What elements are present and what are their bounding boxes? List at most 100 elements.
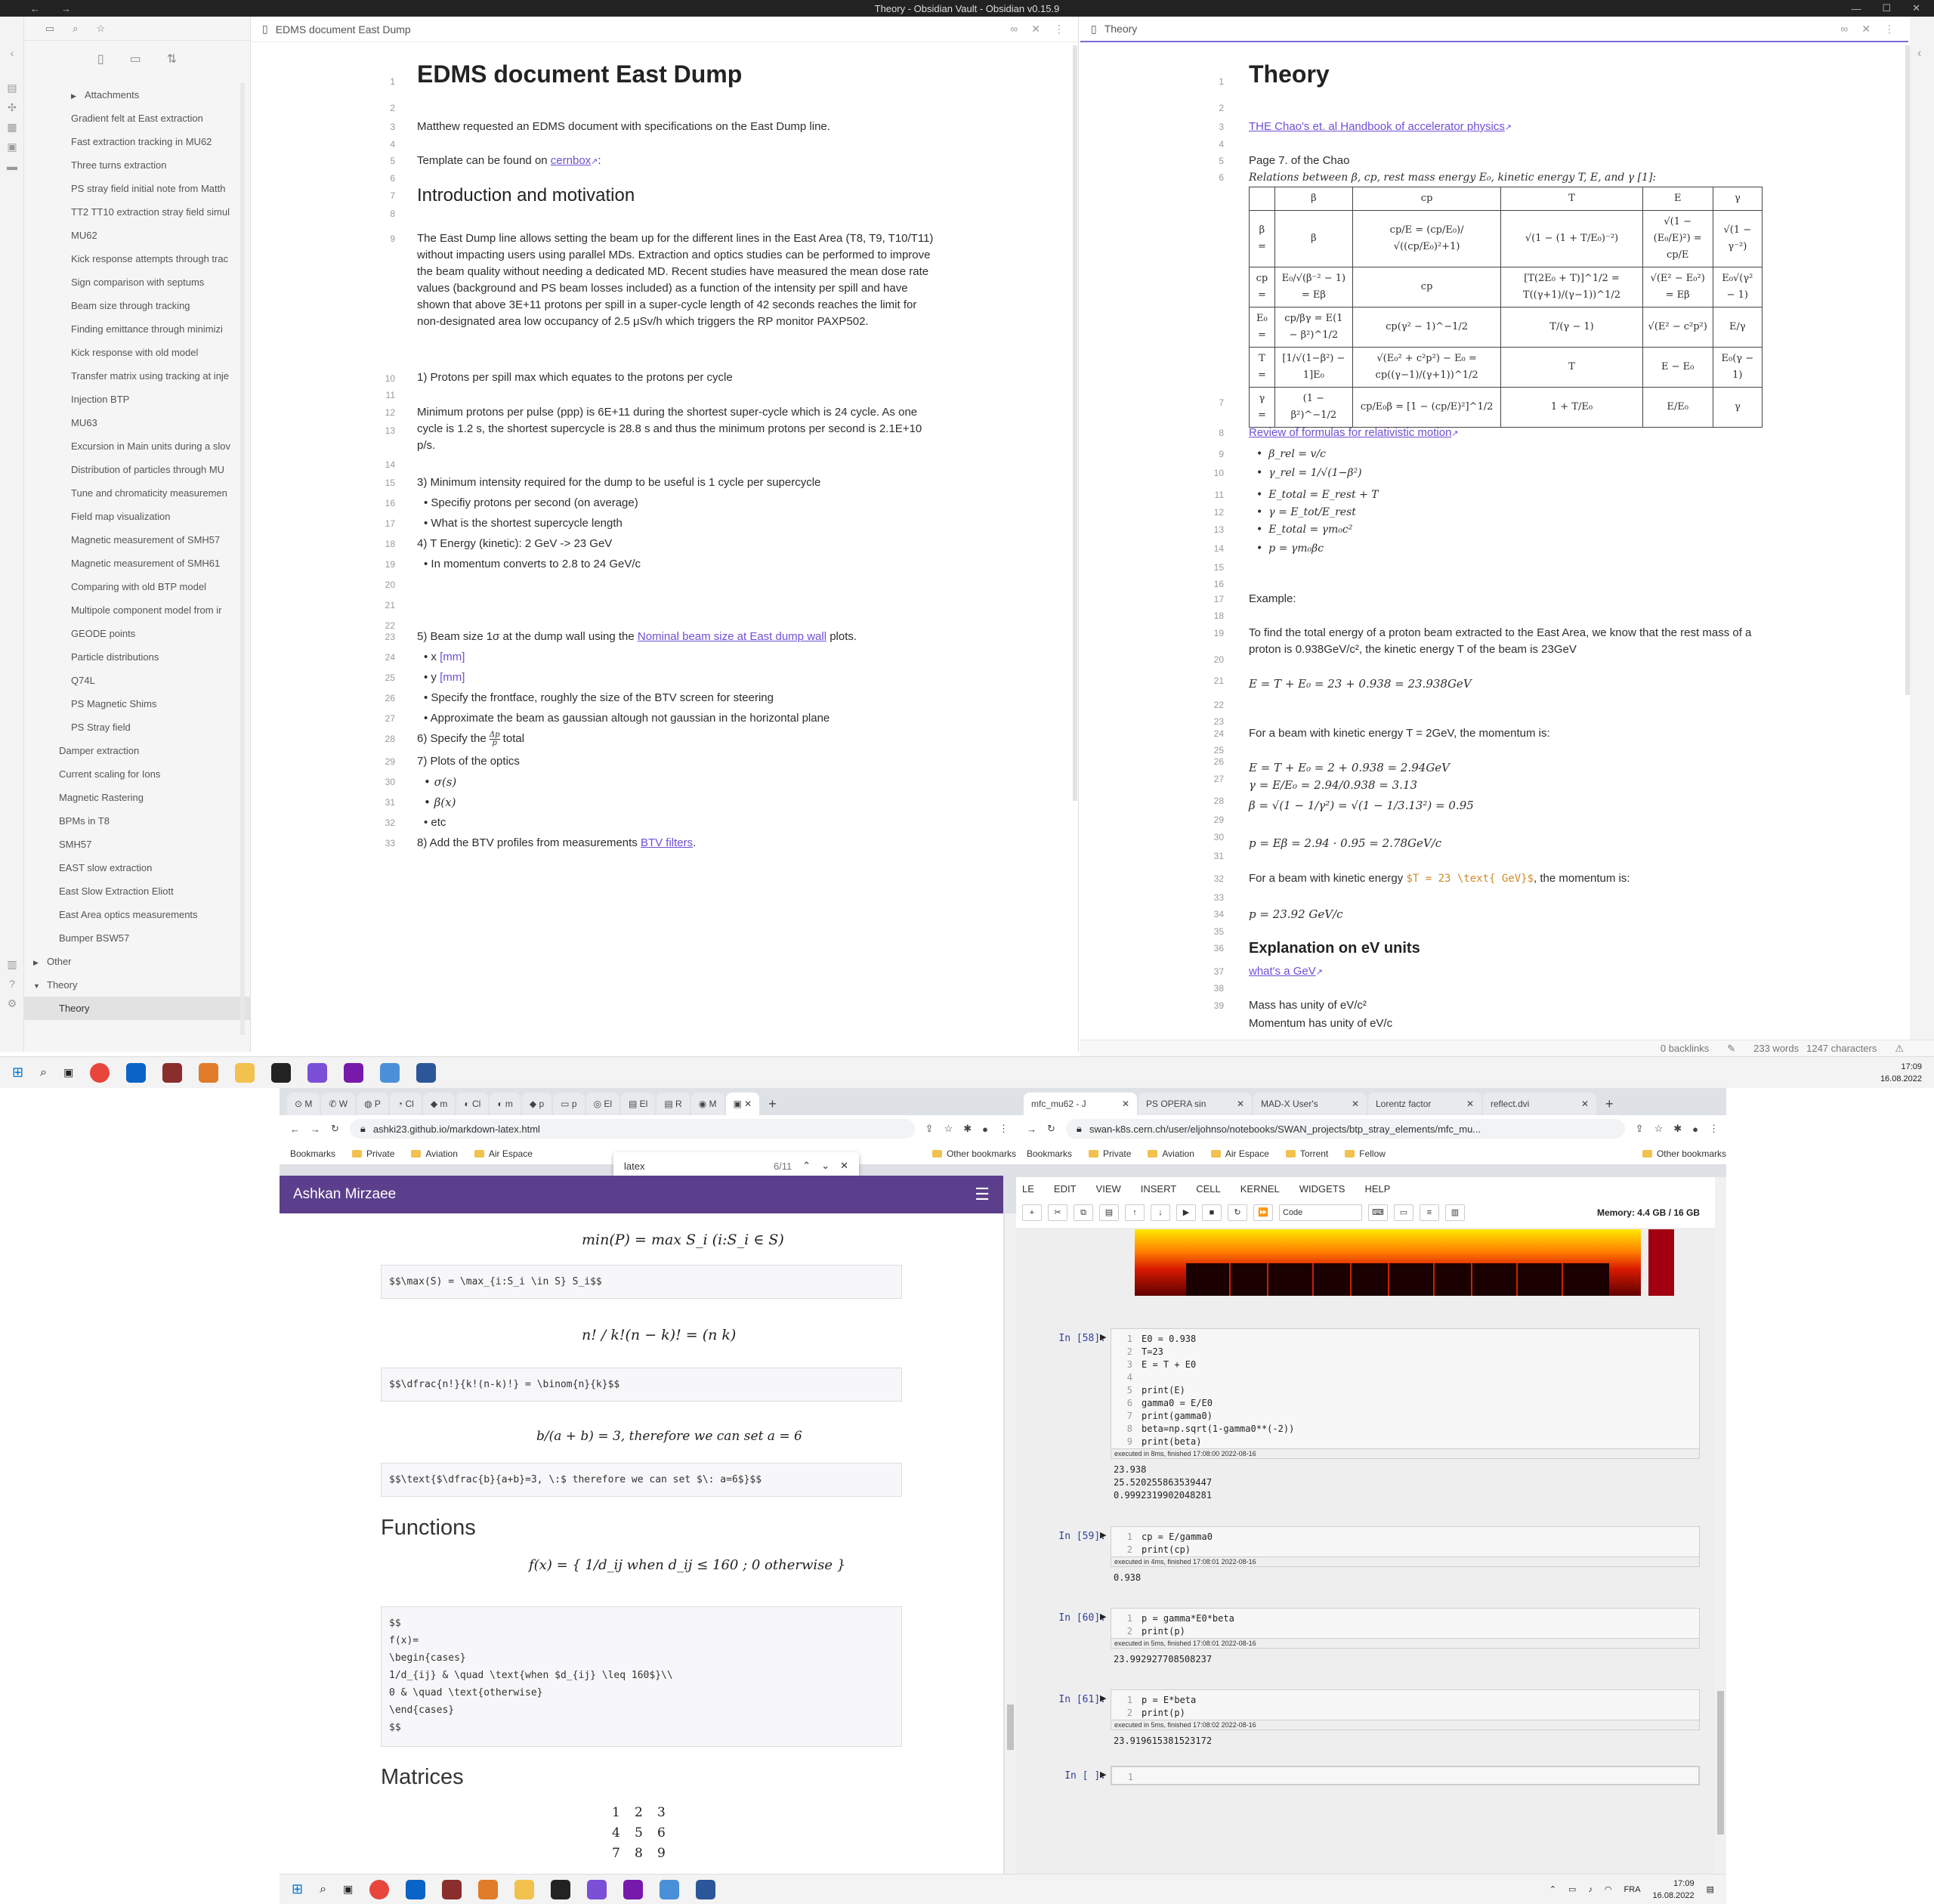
lang-indicator[interactable]: FRA [1624,1884,1641,1896]
close-tab-icon[interactable]: ✕ [1237,1099,1244,1109]
file-tree-item[interactable]: Comparing with old BTP model [24,575,250,598]
file-tree-item[interactable]: Magnetic measurement of SMH57 [24,528,250,552]
menu-icon[interactable]: ⋮ [999,1123,1009,1135]
site-title[interactable]: Ashkan Mirzaee [293,1186,396,1203]
app-icon[interactable] [380,1062,400,1083]
file-tree-item[interactable]: PS Magnetic Shims [24,692,250,716]
chevron-right-icon[interactable]: ▶ [71,85,85,107]
file-tree-item[interactable]: Sign comparison with septums [24,270,250,294]
file-tree-item[interactable]: Injection BTP [24,388,250,411]
forward-icon[interactable]: → [61,3,71,14]
bookmark-item[interactable]: Other bookmarks [1642,1148,1726,1159]
onenote-icon[interactable] [623,1879,644,1899]
scroll-thumb[interactable] [1007,1705,1014,1750]
browser-tab[interactable]: ▤ El [621,1093,656,1115]
file-tree-item[interactable]: Beam size through tracking [24,294,250,317]
word-icon[interactable] [696,1879,716,1899]
file-tree-item[interactable]: PS stray field initial note from Matth [24,177,250,200]
whats-a-gev-link[interactable]: what's a GeV [1249,965,1316,978]
file-tree-item[interactable]: Current scaling for Ions [24,762,250,786]
code-cell[interactable]: 1 p = gamma*E0*beta 2 print(p) executed in 5… [1111,1608,1700,1671]
browser-tab-active[interactable]: ▣ ✕ [725,1093,760,1115]
onenote-icon[interactable] [344,1062,364,1083]
file-explorer-icon[interactable] [235,1062,255,1083]
restart-icon[interactable]: ↻ [1228,1204,1247,1221]
browser-tab[interactable]: MAD-X User's ✕ [1253,1093,1367,1115]
file-tree-item[interactable]: Distribution of particles through MU [24,458,250,481]
sidebar-scrollbar[interactable] [240,83,245,1035]
notebook-menu-item[interactable]: WIDGETS [1299,1183,1345,1195]
browser-tab[interactable]: reflect.dvi ✕ [1483,1093,1596,1115]
chevron-up-icon[interactable]: ⌃ [1549,1884,1556,1896]
forward-icon[interactable]: → [1027,1124,1037,1135]
search-icon[interactable]: ⌕ [40,1066,47,1080]
address-bar[interactable]: 🔒︎ ashki23.github.io/markdown-latex.html [349,1119,915,1139]
bookmark-item[interactable]: Air Espace [1211,1148,1269,1159]
file-tree-item[interactable]: Excursion in Main units during a slov [24,434,250,458]
settings-icon[interactable]: ⚙ [5,997,19,1009]
chao-handbook-link[interactable]: THE Chao's et. al Handbook of accelerato… [1249,120,1505,133]
code-cell[interactable]: 1 p = E*beta 2 print(p) executed in 5ms, fin… [1111,1689,1700,1752]
app-icon[interactable] [442,1879,462,1899]
task-view-icon[interactable]: ▣ [343,1883,353,1896]
back-icon[interactable]: ← [30,3,40,14]
chrome-icon[interactable] [90,1062,110,1083]
templates-icon[interactable]: ▣ [5,141,19,153]
warning-icon[interactable]: ⚠ [1895,1043,1904,1055]
chevron-right-icon[interactable]: ▶ [33,951,47,973]
file-tree-item[interactable]: Magnetic Rastering [24,786,250,809]
cut-icon[interactable]: ✂ [1048,1204,1067,1221]
save-icon[interactable]: + [1022,1204,1042,1221]
file-tree-item[interactable]: MU63 [24,411,250,434]
paste-icon[interactable]: ▤ [1099,1204,1119,1221]
find-close-icon[interactable]: ✕ [840,1160,848,1172]
app-icon[interactable] [660,1879,680,1899]
right-document[interactable]: 1 2 3 4 5 6 7 8 9 10 11 12 13 14 15 16 17 18 19 20 21 22 23 24 2… [1080,17,1904,1037]
bookmark-item[interactable]: Other bookmarks [932,1148,1016,1159]
browser-tab[interactable]: ⊙ M [287,1093,320,1115]
cell-input[interactable]: 1 p = gamma*E0*beta 2 print(p) [1111,1608,1700,1639]
browser-tab[interactable]: ◆ p [521,1093,552,1115]
star-icon[interactable]: ☆ [1654,1123,1664,1135]
battery-icon[interactable]: ▭ [1568,1884,1576,1896]
help-icon[interactable]: ? [5,978,19,990]
move-up-icon[interactable]: ↑ [1125,1204,1145,1221]
file-tree-item[interactable]: SMH57 [24,833,250,856]
file-tree-item[interactable]: Gradient felt at East extraction [24,107,250,130]
new-tab-icon[interactable]: + [1598,1093,1621,1115]
edit-icon[interactable]: ✎ [1727,1043,1735,1055]
file-tree-item[interactable]: GEODE points [24,622,250,645]
file-tree-item[interactable]: PS Stray field [24,716,250,739]
file-tree-item[interactable]: Field map visualization [24,505,250,528]
share-icon[interactable]: ⇪ [925,1123,934,1135]
browser-tab[interactable]: ▭ p [553,1093,585,1115]
page-scrollbar[interactable] [1005,1213,1016,1874]
obsidian-icon[interactable] [587,1879,607,1899]
calendar-icon[interactable]: ▦ [5,121,19,133]
new-tab-icon[interactable]: + [761,1093,784,1115]
bookmark-item[interactable]: Torrent [1286,1148,1328,1159]
left-document[interactable]: 1 2 3 4 5 6 7 8 9 10 11 12 13 14 15 16 17 18 19 20 21 22 23 24 2… [252,17,1075,1037]
find-prev-icon[interactable]: ⌃ [802,1160,811,1172]
notebook-menu-item[interactable]: CELL [1196,1183,1221,1195]
cernbox-link[interactable]: cernbox [551,154,591,167]
star-icon[interactable]: ☆ [97,23,106,35]
notebook-menu-item[interactable]: LE [1022,1183,1034,1195]
close-tab-icon[interactable]: ✕ [1581,1099,1589,1109]
star-icon[interactable]: ☆ [944,1123,953,1135]
notebook-menu-item[interactable]: HELP [1364,1183,1390,1195]
vault-icon[interactable]: ▥ [5,958,19,970]
graph-view-icon[interactable]: ✣ [5,101,19,113]
collapse-icon[interactable]: ‹ [5,47,19,59]
file-tree-item[interactable]: Tune and chromaticity measuremen [24,481,250,505]
file-tree-item[interactable]: ▶ Attachments [24,83,250,107]
run-indicator-icon[interactable]: ▶ [1100,1693,1106,1703]
nominal-beam-link[interactable]: Nominal beam size at East dump wall [638,630,826,643]
chart-icon[interactable]: ▥ [1445,1204,1465,1221]
file-tree-item[interactable]: TT2 TT10 extraction stray field simul [24,200,250,224]
bookmark-item[interactable]: Private [352,1148,394,1159]
browser-tab[interactable]: ◍ P [357,1093,388,1115]
close-tab-icon[interactable]: ✕ [1466,1099,1474,1109]
file-tree-item[interactable]: Multipole component model from ir [24,598,250,622]
cell-input[interactable]: 1 p = E*beta 2 print(p) [1111,1689,1700,1720]
